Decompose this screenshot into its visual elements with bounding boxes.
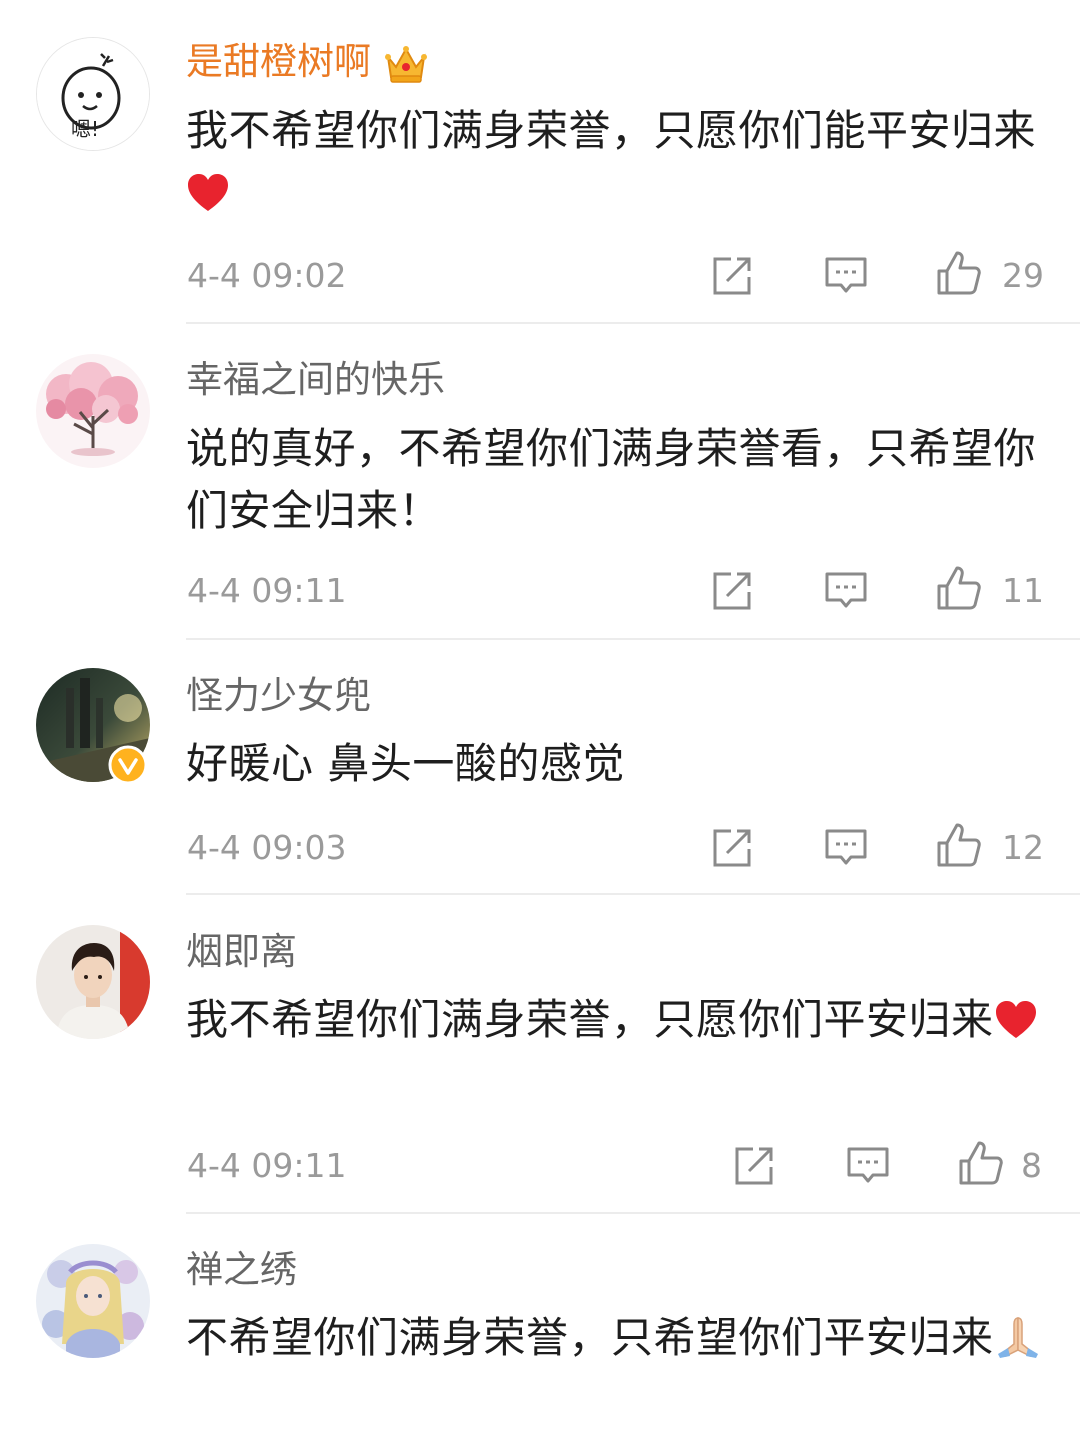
username[interactable]: 幸福之间的快乐: [186, 356, 445, 404]
crown-icon: [385, 45, 427, 83]
share-icon[interactable]: [709, 253, 755, 299]
like-count: 12: [1002, 828, 1044, 867]
thumbs-up-icon[interactable]: [957, 1139, 1005, 1187]
comment-item: 禅之绣 不希望你们满身荣誉，只希望你们平安归来: [0, 1214, 1080, 1434]
heart-emoji: [995, 1001, 1036, 1038]
comment-body: 我不希望你们满身荣誉，只愿你们能平安归来: [186, 106, 1037, 155]
verified-badge-icon: [108, 745, 148, 785]
comment-item: 烟即离 我不希望你们满身荣誉，只愿你们平安归来 4-4 09:11 8: [0, 896, 1080, 1214]
username[interactable]: 烟即离: [186, 928, 297, 976]
svg-text:嗯!: 嗯!: [71, 117, 99, 141]
comment-body: 我不希望你们满身荣誉，只愿你们平安归来: [186, 995, 994, 1044]
timestamp: 4-4 09:02: [187, 256, 347, 295]
timestamp: 4-4 09:11: [187, 571, 347, 610]
avatar[interactable]: 嗯!: [36, 37, 150, 151]
like-count: 8: [1021, 1146, 1042, 1185]
username[interactable]: 怪力少女兜: [186, 672, 371, 720]
thumbs-up-icon[interactable]: [935, 249, 983, 297]
comment-icon[interactable]: [823, 825, 869, 871]
thumbs-up-icon[interactable]: [935, 564, 983, 612]
comment-text: 不希望你们满身荣誉，只希望你们平安归来: [186, 1307, 1046, 1369]
comment-text: 好暖心 鼻头一酸的感觉: [186, 739, 625, 788]
comment-text: 说的真好，不希望你们满身荣誉看，只希望你们安全归来！: [186, 424, 1037, 535]
comment-item: 怪力少女兜 好暖心 鼻头一酸的感觉 4-4 09:03 12: [0, 640, 1080, 895]
share-icon[interactable]: [709, 568, 755, 614]
username-text[interactable]: 是甜橙树啊: [186, 40, 371, 83]
like-count: 29: [1002, 256, 1044, 295]
comment-item: 嗯! 是甜橙树啊 我不希望你们满身荣誉，只愿你们能平安归来 4-4 09:02 …: [0, 0, 1080, 325]
avatar[interactable]: [36, 1244, 150, 1358]
comment-text: 我不希望你们满身荣誉，只愿你们能平安归来: [186, 100, 1046, 224]
comment-item: 幸福之间的快乐 说的真好，不希望你们满身荣誉看，只希望你们安全归来！ 4-4 0…: [0, 324, 1080, 640]
divider: [186, 893, 1080, 895]
username[interactable]: 禅之绣: [186, 1246, 297, 1294]
username[interactable]: 是甜橙树啊: [186, 38, 429, 86]
heart-emoji: [188, 174, 228, 211]
comment-text: 我不希望你们满身荣誉，只愿你们平安归来: [186, 989, 1046, 1051]
praying-hands-emoji: [997, 1317, 1038, 1358]
avatar[interactable]: [36, 354, 150, 468]
share-icon[interactable]: [731, 1143, 777, 1189]
thumbs-up-icon[interactable]: [935, 821, 983, 869]
timestamp: 4-4 09:03: [187, 828, 347, 867]
like-count: 11: [1002, 571, 1044, 610]
comment-icon[interactable]: [845, 1143, 891, 1189]
comment-body: 不希望你们满身荣誉，只希望你们平安归来: [186, 1313, 994, 1362]
comment-icon[interactable]: [823, 568, 869, 614]
share-icon[interactable]: [709, 825, 755, 871]
comment-icon[interactable]: [823, 253, 869, 299]
timestamp: 4-4 09:11: [187, 1146, 347, 1185]
avatar[interactable]: [36, 925, 150, 1039]
